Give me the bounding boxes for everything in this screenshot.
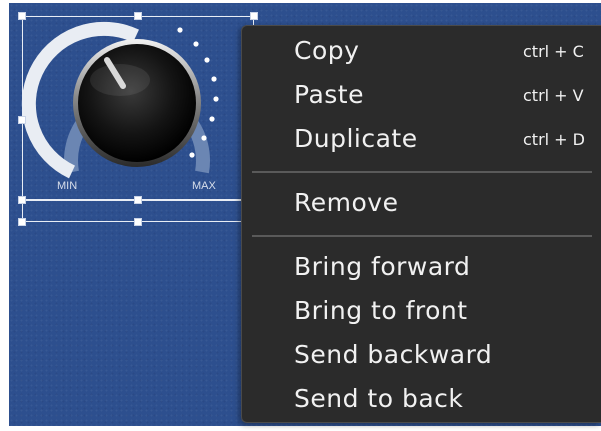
menu-item-duplicate[interactable]: Duplicate <box>294 124 418 153</box>
resize-handle-bottom[interactable] <box>134 196 142 204</box>
shortcut-duplicate: ctrl + D <box>523 130 585 149</box>
min-label: MIN <box>57 180 78 192</box>
shortcut-paste: ctrl + V <box>523 86 584 105</box>
menu-separator <box>252 235 592 237</box>
selection-box <box>22 16 254 200</box>
menu-item-bring-to-front[interactable]: Bring to front <box>294 296 468 325</box>
menu-item-copy[interactable]: Copy <box>294 36 359 65</box>
menu-item-send-to-back[interactable]: Send to back <box>294 384 463 413</box>
menu-item-remove[interactable]: Remove <box>294 188 398 217</box>
resize-handle-top-right[interactable] <box>250 12 258 20</box>
context-menu: Copy ctrl + C Paste ctrl + V Duplicate c… <box>241 25 601 423</box>
resize-handle-left[interactable] <box>18 116 26 124</box>
resize-handle-top-left[interactable] <box>18 12 26 20</box>
menu-item-send-backward[interactable]: Send backward <box>294 340 492 369</box>
menu-item-paste[interactable]: Paste <box>294 80 364 109</box>
resize-handle-lower-left[interactable] <box>18 218 26 226</box>
menu-item-bring-forward[interactable]: Bring forward <box>294 252 470 281</box>
resize-handle-lower[interactable] <box>134 218 142 226</box>
menu-separator <box>252 171 592 173</box>
resize-handle-bottom-left[interactable] <box>18 196 26 204</box>
resize-handle-top[interactable] <box>134 12 142 20</box>
shortcut-copy: ctrl + C <box>523 42 584 61</box>
max-label: MAX <box>192 180 216 192</box>
